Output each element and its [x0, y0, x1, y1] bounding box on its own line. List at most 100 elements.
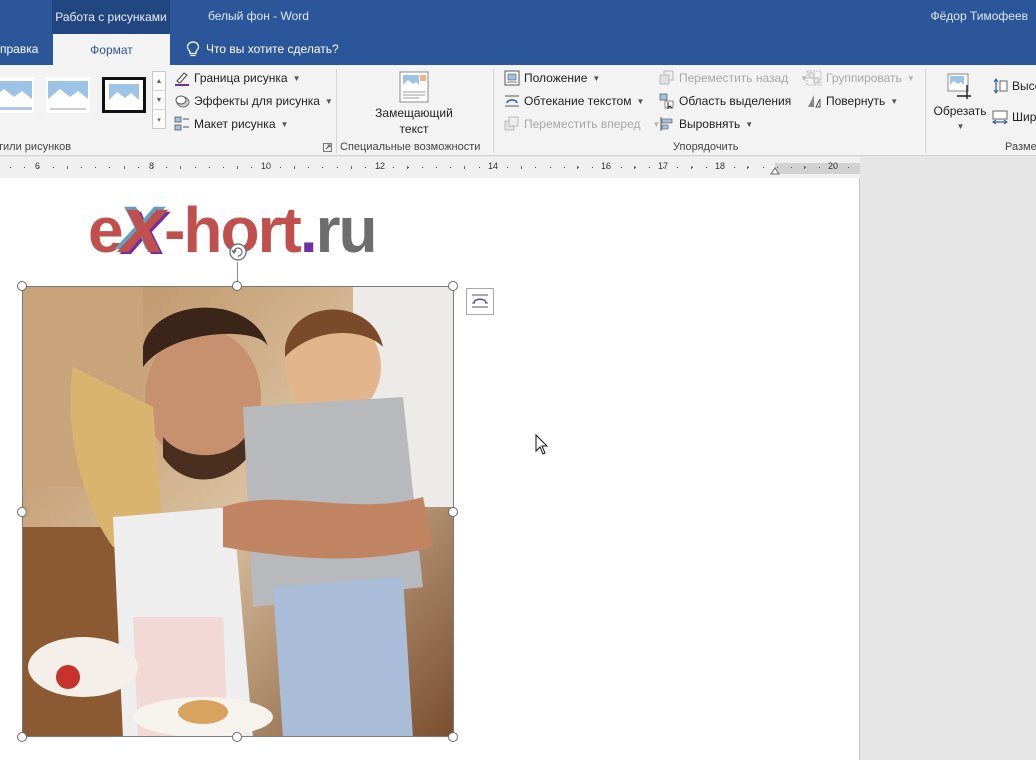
- ruler-dot: [720, 167, 721, 168]
- family-photo[interactable]: [22, 286, 454, 737]
- ruler-dot: [748, 167, 749, 168]
- dialog-launcher-icon[interactable]: [323, 143, 332, 152]
- ruler-dot: [706, 167, 707, 168]
- alt-text-label-1: Замещающий: [375, 106, 453, 120]
- ruler-dot: [578, 167, 579, 168]
- ruler-dot: [592, 167, 593, 168]
- ruler-dot: [81, 167, 82, 168]
- resize-handle-bottom-left[interactable]: [17, 732, 27, 742]
- ruler-dot: [692, 167, 693, 168]
- group-label-size: Разме: [1005, 141, 1036, 153]
- ruler-dot: [109, 167, 110, 168]
- tab-help[interactable]: правка: [0, 42, 38, 56]
- tab-format[interactable]: Формат: [53, 34, 170, 65]
- height-icon: [993, 78, 1008, 94]
- group-label-arrange: Упорядочить: [673, 141, 739, 153]
- group-button[interactable]: Группировать ▼: [806, 68, 915, 88]
- separator: [336, 69, 337, 153]
- ruler-tick: [464, 166, 465, 169]
- user-name[interactable]: Фёдор Тимофеев: [930, 9, 1028, 23]
- ruler-dot: [805, 167, 806, 168]
- tell-me-search[interactable]: Что вы хотите сделать?: [186, 41, 339, 57]
- ruler-dot: [53, 167, 54, 168]
- logo-dot: .: [299, 194, 318, 266]
- picture-layout-button[interactable]: Макет рисунка ▼: [174, 114, 288, 134]
- ruler-dot: [649, 167, 650, 168]
- resize-handle-top-left[interactable]: [17, 281, 27, 291]
- resize-handle-top-center[interactable]: [232, 281, 242, 291]
- resize-handle-bottom-right[interactable]: [448, 732, 458, 742]
- send-backward-button[interactable]: Переместить назад ▼: [659, 68, 808, 88]
- rotate-handle-icon[interactable]: [227, 241, 249, 263]
- lightbulb-icon: [186, 41, 200, 57]
- ruler-tick: [577, 166, 578, 169]
- ribbon: ▲ ▼ ▾ тили рисунков Граница рисунка ▼ Эфф…: [0, 65, 1036, 156]
- pen-border-icon: [175, 72, 189, 86]
- group-icon: [806, 70, 822, 86]
- ruler-dot: [308, 167, 309, 168]
- layout-options-button[interactable]: [466, 288, 494, 315]
- gallery-scroll[interactable]: ▲ ▼ ▾: [152, 71, 166, 129]
- resize-handle-middle-left[interactable]: [17, 507, 27, 517]
- resize-handle-middle-right[interactable]: [448, 507, 458, 517]
- bring-forward-icon: [504, 116, 519, 131]
- ruler-dot: [10, 167, 11, 168]
- rotate-button[interactable]: Повернуть ▼: [806, 91, 898, 111]
- ruler-dot: [251, 167, 252, 168]
- ruler-number: 10: [261, 161, 272, 171]
- ruler-dot: [621, 167, 622, 168]
- contextual-tab-group: Работа с рисунками: [52, 0, 170, 34]
- alt-text-icon: [399, 71, 429, 103]
- selection-pane-button[interactable]: Область выделения: [659, 91, 791, 111]
- picture-style-2[interactable]: [46, 77, 90, 113]
- ruler-tick: [237, 166, 238, 169]
- ruler-dot: [138, 167, 139, 168]
- ruler-dot: [564, 167, 565, 168]
- resize-handle-bottom-center[interactable]: [232, 732, 242, 742]
- ruler-dot: [507, 167, 508, 168]
- bring-forward-button[interactable]: Переместить вперед ▼: [504, 114, 660, 134]
- ruler-dot: [95, 167, 96, 168]
- ruler-dot: [266, 167, 267, 168]
- group-label-accessibility: Специальные возможности: [340, 141, 481, 153]
- picture-style-3[interactable]: [102, 77, 146, 113]
- logo-ru: ru: [315, 194, 378, 266]
- ruler-dot: [819, 167, 820, 168]
- ruler-number: 6: [35, 161, 41, 171]
- gallery-up-icon[interactable]: ▲: [153, 72, 165, 91]
- horizontal-ruler[interactable]: 6 8 10 12 14 16 17 18 20: [0, 157, 860, 178]
- tell-me-label: Что вы хотите сделать?: [206, 42, 339, 56]
- position-button[interactable]: Положение ▼: [504, 68, 600, 88]
- ruler-dot: [834, 167, 835, 168]
- ribbon-tabs: правка Формат Что вы хотите сделать?: [0, 34, 1036, 65]
- width-icon: [992, 110, 1008, 125]
- picture-style-thumbnail-icon: [106, 81, 142, 109]
- ruler-dot: [848, 167, 849, 168]
- ruler-dot: [24, 167, 25, 168]
- ruler-dot: [408, 167, 409, 168]
- align-button[interactable]: Выровнять ▼: [659, 114, 753, 134]
- alt-text-button[interactable]: Замещающий текст: [370, 71, 458, 137]
- width-field[interactable]: Шир: [992, 107, 1036, 127]
- picture-border-button[interactable]: Граница рисунка ▼: [174, 68, 301, 88]
- position-icon: [504, 70, 520, 86]
- resize-handle-top-right[interactable]: [448, 281, 458, 291]
- ruler-tick: [521, 166, 522, 169]
- ruler-tick: [67, 166, 68, 169]
- ruler-tick: [804, 166, 805, 169]
- right-indent-marker-icon[interactable]: [770, 166, 780, 175]
- gallery-more-icon[interactable]: ▾: [153, 110, 165, 129]
- ruler-tick: [294, 166, 295, 169]
- crop-caret[interactable]: ▼: [957, 119, 965, 135]
- wrap-text-button[interactable]: Обтекание текстом ▼: [504, 91, 644, 111]
- picture-style-thumbnail-icon: [0, 81, 32, 110]
- alt-text-label-2: текст: [399, 122, 429, 136]
- picture-effects-button[interactable]: Эффекты для рисунка ▼: [174, 91, 333, 111]
- height-field[interactable]: Высо: [992, 76, 1036, 96]
- gallery-down-icon[interactable]: ▼: [153, 91, 165, 110]
- selection-pane-icon: [659, 93, 674, 109]
- picture-style-1[interactable]: [0, 77, 34, 113]
- ruler-dot: [209, 167, 210, 168]
- crop-button[interactable]: Обрезать ▼: [932, 71, 988, 135]
- ruler-dot: [550, 167, 551, 168]
